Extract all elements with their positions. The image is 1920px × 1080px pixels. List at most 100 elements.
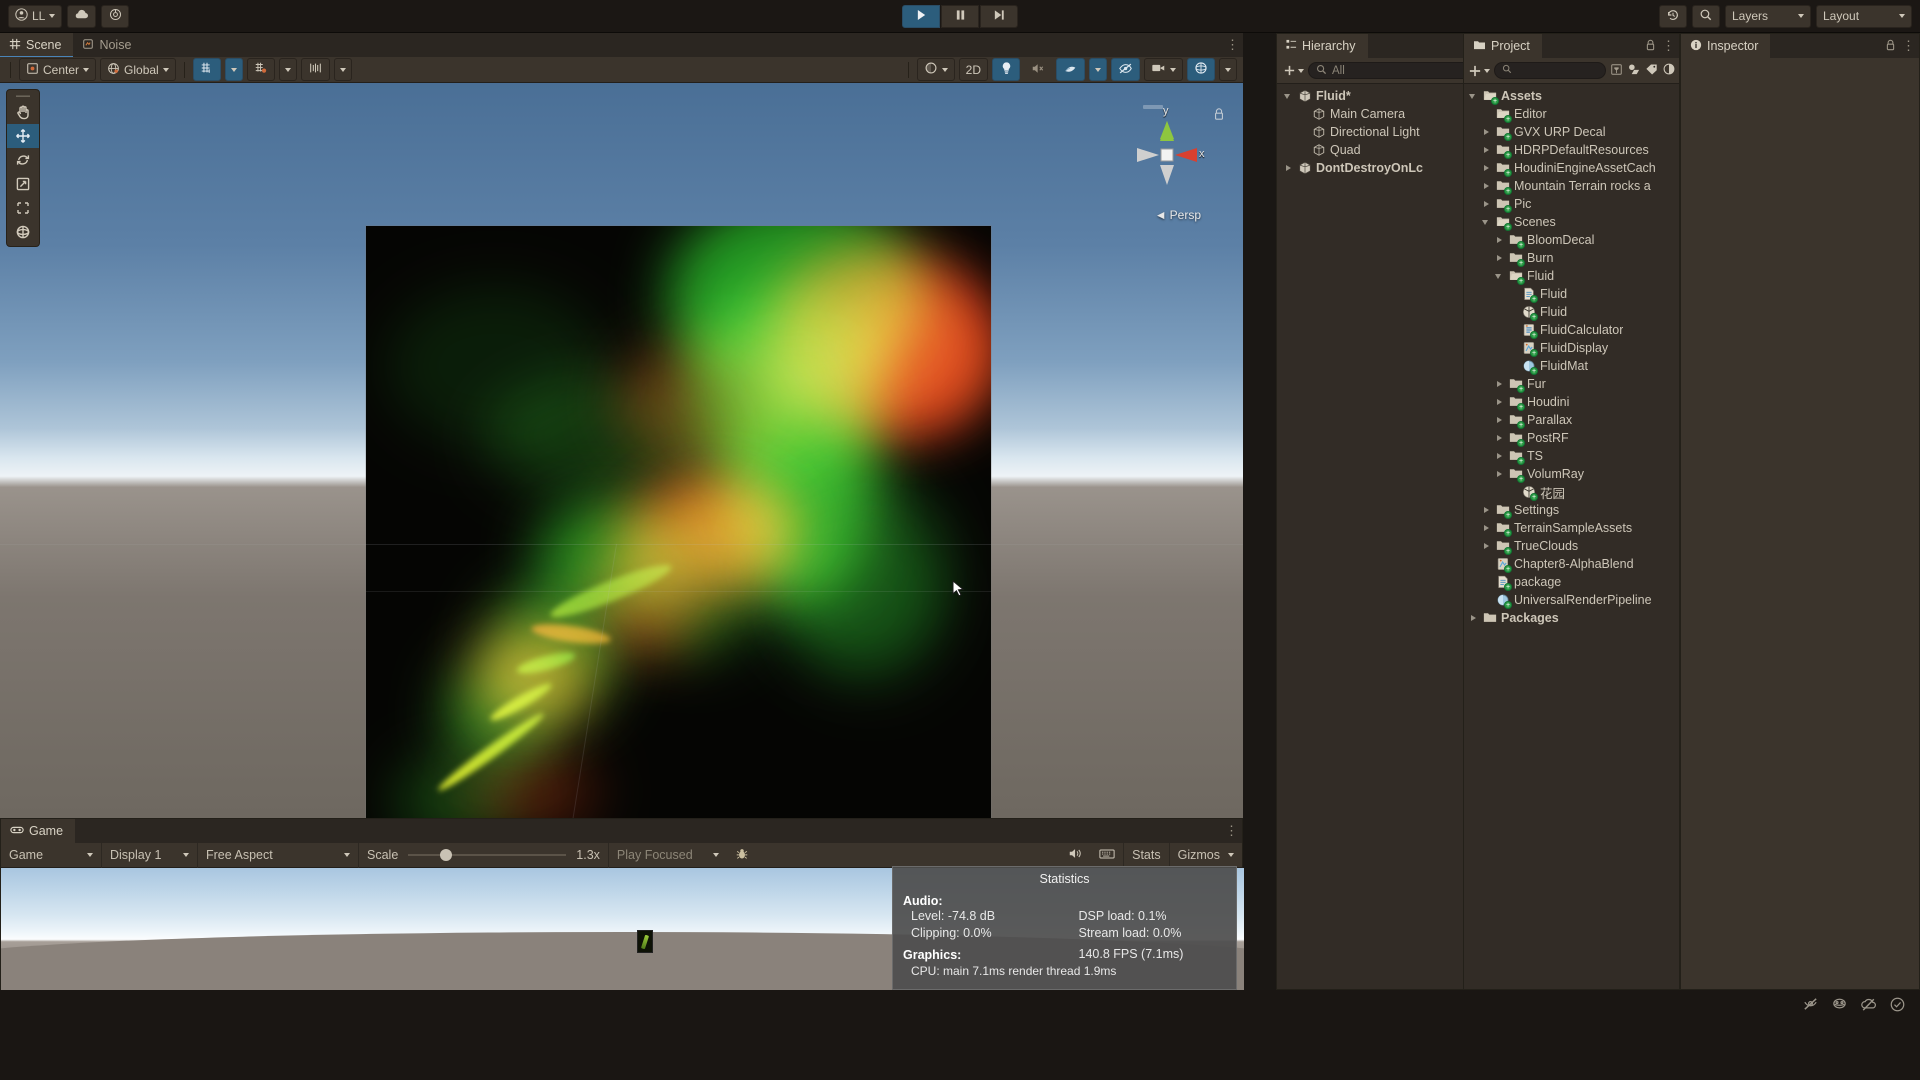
display-select[interactable]: Display 1 <box>102 843 197 868</box>
kebab-menu-icon[interactable]: ⋮ <box>1225 824 1238 837</box>
search-button[interactable] <box>1692 4 1720 28</box>
project-row[interactable]: + Houdini <box>1464 393 1679 411</box>
tab-scene[interactable]: Scene <box>0 33 74 58</box>
kebab-menu-icon[interactable]: ⋮ <box>1226 38 1239 51</box>
scene-audio-toggle[interactable] <box>1024 58 1052 81</box>
lock-icon[interactable] <box>1645 39 1656 54</box>
scene-fx-dropdown[interactable] <box>1089 58 1107 81</box>
add-asset-button[interactable] <box>1468 64 1490 78</box>
project-row[interactable]: + TrueClouds <box>1464 537 1679 555</box>
project-row[interactable]: + Scenes <box>1464 213 1679 231</box>
disclosure-triangle-icon[interactable] <box>1494 397 1505 408</box>
project-row[interactable]: + Editor <box>1464 105 1679 123</box>
pause-button[interactable] <box>941 4 979 28</box>
label-filter-icon[interactable] <box>1645 63 1659 78</box>
project-row[interactable]: + 花园 <box>1464 483 1679 501</box>
hidden-objects-toggle[interactable] <box>1111 58 1140 81</box>
type-filter-icon[interactable] <box>1627 63 1641 79</box>
disclosure-triangle-icon[interactable] <box>1481 505 1492 516</box>
project-row[interactable]: + PostRF <box>1464 429 1679 447</box>
status-ok-icon[interactable] <box>1889 996 1906 1016</box>
project-row[interactable]: + VolumRay <box>1464 465 1679 483</box>
step-button[interactable] <box>980 4 1018 28</box>
disclosure-triangle-icon[interactable] <box>1283 163 1294 174</box>
project-row[interactable]: + Chapter8-AlphaBlend <box>1464 555 1679 573</box>
transform-tool[interactable] <box>7 220 39 244</box>
disclosure-triangle-icon[interactable] <box>1494 271 1505 282</box>
project-row[interactable]: + HoudiniEngineAssetCach <box>1464 159 1679 177</box>
disclosure-triangle-icon[interactable] <box>1481 127 1492 138</box>
project-row[interactable]: + FluidCalculator <box>1464 321 1679 339</box>
scale-slider[interactable] <box>408 849 567 861</box>
project-search-input[interactable] <box>1494 62 1606 79</box>
project-row[interactable]: + Fur <box>1464 375 1679 393</box>
gizmo-lock-icon[interactable] <box>1213 107 1225 124</box>
project-row[interactable]: + HDRPDefaultResources <box>1464 141 1679 159</box>
disclosure-triangle-icon[interactable] <box>1494 235 1505 246</box>
project-row[interactable]: + TS <box>1464 447 1679 465</box>
no-preview-icon[interactable] <box>1802 996 1819 1016</box>
disclosure-triangle-icon[interactable] <box>1494 253 1505 264</box>
aspect-select[interactable]: Free Aspect <box>198 843 358 868</box>
project-row[interactable]: + Parallax <box>1464 411 1679 429</box>
play-mode-select[interactable]: Play Focused <box>609 843 727 868</box>
component-tools-dropdown[interactable] <box>333 58 352 81</box>
scene-viewport[interactable]: y x ◄ Persp <box>0 83 1243 818</box>
undo-history-button[interactable] <box>1659 4 1687 28</box>
scale-slider-group[interactable]: Scale 1.3x <box>359 843 608 868</box>
move-tool[interactable] <box>7 124 39 148</box>
stats-toggle[interactable]: Stats <box>1124 843 1169 868</box>
2d-toggle[interactable]: 2D <box>958 58 988 81</box>
disclosure-triangle-icon[interactable] <box>1481 217 1492 228</box>
grid-snap-dropdown[interactable] <box>224 58 243 81</box>
handle-space-dropdown[interactable]: Global <box>100 58 176 81</box>
play-button[interactable] <box>902 4 940 28</box>
tab-hierarchy[interactable]: Hierarchy <box>1277 34 1368 58</box>
collab-icon[interactable] <box>1831 996 1848 1016</box>
disclosure-triangle-icon[interactable] <box>1494 451 1505 462</box>
project-row[interactable]: + GVX URP Decal <box>1464 123 1679 141</box>
disclosure-triangle-icon[interactable] <box>1494 469 1505 480</box>
disclosure-triangle-icon[interactable] <box>1481 163 1492 174</box>
project-row[interactable]: + package <box>1464 573 1679 591</box>
cloud-build-icon[interactable] <box>1860 996 1877 1016</box>
disclosure-triangle-icon[interactable] <box>1494 415 1505 426</box>
lock-icon[interactable] <box>1885 39 1896 54</box>
layout-dropdown[interactable]: Layout <box>1816 4 1912 28</box>
project-row[interactable]: + Assets <box>1464 87 1679 105</box>
rect-transform-tool[interactable] <box>7 196 39 220</box>
rotate-tool[interactable] <box>7 148 39 172</box>
tab-project[interactable]: Project <box>1464 34 1542 58</box>
scene-projection-label[interactable]: ◄ Persp <box>1155 208 1201 222</box>
disclosure-triangle-icon[interactable] <box>1481 541 1492 552</box>
disclosure-triangle-icon[interactable] <box>1468 613 1479 624</box>
scene-fx-toggle[interactable] <box>1056 58 1085 81</box>
scene-axis-gizmo[interactable]: y x <box>1119 103 1215 213</box>
project-row[interactable]: + Pic <box>1464 195 1679 213</box>
disclosure-triangle-icon[interactable] <box>1481 145 1492 156</box>
filter-icon[interactable] <box>1610 63 1623 79</box>
disclosure-triangle-icon[interactable] <box>1481 523 1492 534</box>
project-row[interactable]: + FluidMat <box>1464 357 1679 375</box>
shading-mode-dropdown[interactable] <box>916 58 955 81</box>
cloud-button[interactable] <box>67 4 97 28</box>
gizmo-drag-handle[interactable] <box>1143 105 1163 109</box>
pivot-mode-dropdown[interactable]: Center <box>19 58 97 81</box>
debug-button[interactable] <box>727 843 757 868</box>
project-row[interactable]: + Burn <box>1464 249 1679 267</box>
services-button[interactable] <box>101 4 130 28</box>
snap-increment-dropdown[interactable] <box>278 58 297 81</box>
disclosure-triangle-icon[interactable] <box>1494 433 1505 444</box>
project-row[interactable]: + TerrainSampleAssets <box>1464 519 1679 537</box>
disclosure-triangle-icon[interactable] <box>1481 181 1492 192</box>
scene-camera-dropdown[interactable] <box>1144 58 1183 81</box>
disclosure-triangle-icon[interactable] <box>1481 199 1492 210</box>
account-button[interactable]: LL <box>8 4 63 28</box>
snap-increment-toggle[interactable] <box>246 58 275 81</box>
game-gizmos-dropdown[interactable]: Gizmos <box>1170 843 1242 868</box>
tab-inspector[interactable]: Inspector <box>1681 34 1771 58</box>
project-row[interactable]: + FluidDisplay <box>1464 339 1679 357</box>
game-view-select[interactable]: Game <box>1 843 101 868</box>
project-row[interactable]: + Fluid <box>1464 285 1679 303</box>
add-icon[interactable] <box>1283 64 1304 77</box>
